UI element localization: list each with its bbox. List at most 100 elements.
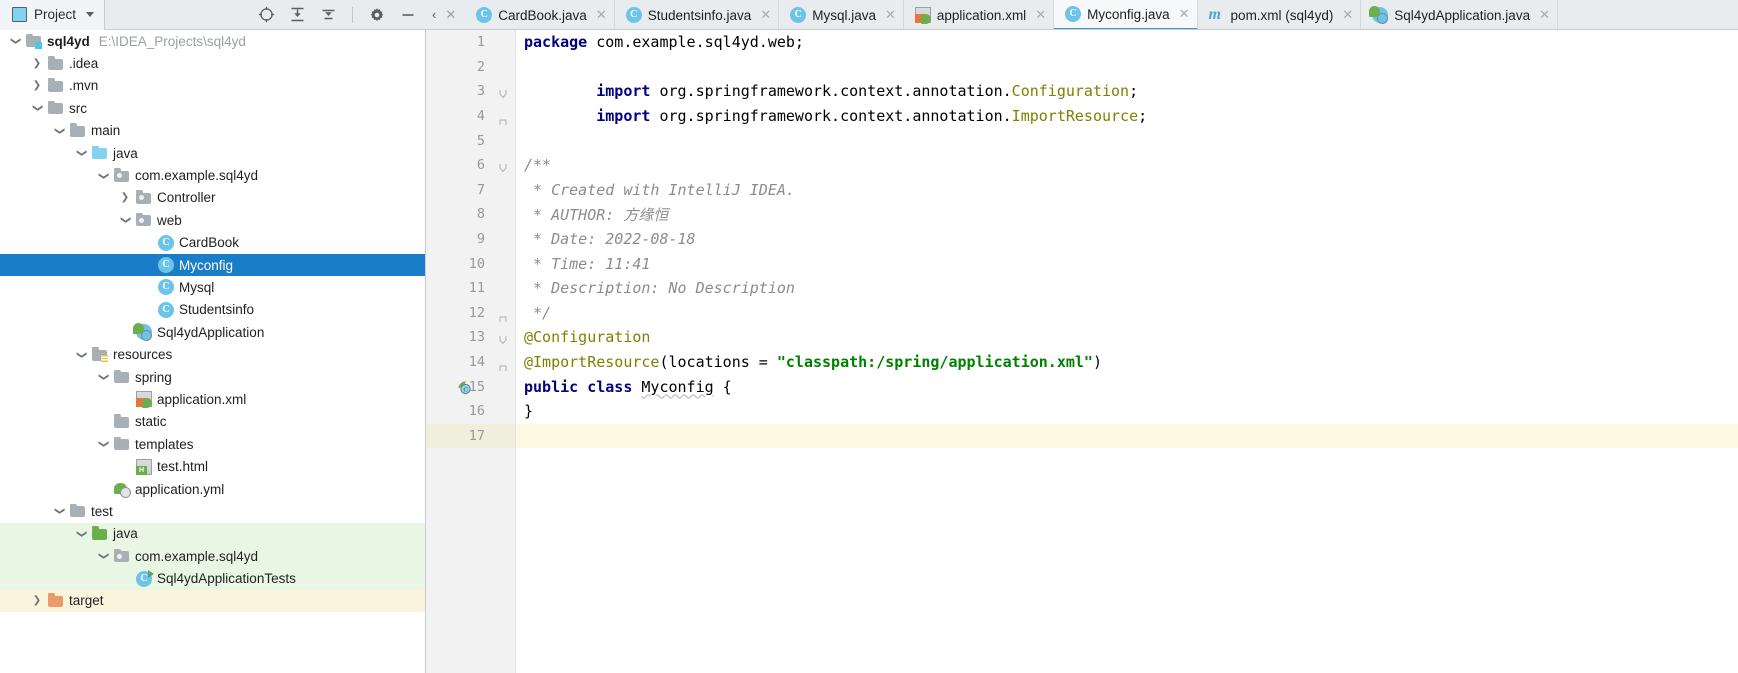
fold-start-icon[interactable] — [498, 160, 508, 173]
code-line[interactable]: 9 * Date: 2022-08-18 — [426, 226, 1738, 252]
tree-item-web[interactable]: ❯ web — [0, 209, 425, 231]
tree-item-sql4ydapplication[interactable]: Sql4ydApplication — [0, 321, 425, 343]
editor-tab-application-xml[interactable]: application.xml ✕ — [904, 0, 1055, 29]
code-line[interactable]: 11 * Description: No Description — [426, 275, 1738, 301]
tree-item-templates[interactable]: ❯ templates — [0, 433, 425, 455]
tree-item-java[interactable]: ❯ java — [0, 142, 425, 164]
code-line[interactable]: 4 import org.springframework.context.ann… — [426, 103, 1738, 129]
fold-column[interactable] — [491, 54, 516, 80]
chevron-down-icon[interactable]: ❯ — [98, 437, 109, 451]
tree-item-target[interactable]: ❯ target — [0, 589, 425, 613]
tree-item-application-yml[interactable]: application.yml — [0, 478, 425, 500]
tree-item-studentsinfo[interactable]: C Studentsinfo — [0, 299, 425, 321]
chevron-down-icon[interactable]: ❯ — [54, 504, 65, 518]
code-line[interactable]: 13 @Configuration — [426, 325, 1738, 350]
fold-column[interactable] — [491, 275, 516, 301]
tree-item-cardbook[interactable]: C CardBook — [0, 232, 425, 254]
fold-column[interactable] — [491, 152, 516, 178]
chevron-right-icon[interactable]: ❯ — [30, 58, 44, 69]
chevron-down-icon[interactable] — [86, 12, 95, 17]
tree-item-spring[interactable]: ❯ spring — [0, 366, 425, 388]
editor-tab-sql4ydapplication-java[interactable]: Sql4ydApplication.java ✕ — [1361, 0, 1558, 29]
chevron-down-icon[interactable]: ❯ — [98, 169, 109, 183]
fold-column[interactable] — [491, 103, 516, 129]
close-icon[interactable]: ✕ — [1342, 7, 1353, 23]
code-line[interactable]: 6 /** — [426, 152, 1738, 178]
close-icon[interactable]: ✕ — [1035, 7, 1046, 23]
tree-item-controller[interactable]: ❯ Controller — [0, 187, 425, 209]
chevron-down-icon[interactable]: ❯ — [10, 34, 21, 48]
editor-tab-pom-xml-sql4yd-[interactable]: m pom.xml (sql4yd) ✕ — [1198, 0, 1362, 29]
chevron-right-icon[interactable]: ❯ — [118, 192, 132, 203]
settings-gear-icon[interactable] — [368, 6, 386, 24]
fold-column[interactable] — [491, 177, 516, 203]
locate-icon[interactable] — [257, 6, 275, 24]
code-line[interactable]: 14 @ImportResource(locations = "classpath… — [426, 349, 1738, 375]
fold-column[interactable] — [491, 226, 516, 252]
fold-column[interactable] — [491, 423, 516, 449]
code-line[interactable]: 17 — [426, 423, 1738, 449]
close-icon[interactable]: ✕ — [885, 7, 896, 23]
tab-scroll-left-icon[interactable]: ‹ — [429, 8, 439, 21]
fold-column[interactable] — [491, 349, 516, 375]
tree-item--idea[interactable]: ❯ .idea — [0, 52, 425, 74]
fold-column[interactable] — [491, 202, 516, 227]
tree-item-test[interactable]: ❯ test — [0, 500, 425, 522]
tree-item-java[interactable]: ❯ java — [0, 522, 425, 545]
editor-tab-cardbook-java[interactable]: C CardBook.java ✕ — [465, 0, 615, 29]
code-line[interactable]: 5 — [426, 128, 1738, 153]
fold-end-icon[interactable] — [498, 308, 508, 322]
fold-start-icon[interactable] — [498, 86, 508, 99]
close-icon[interactable]: ✕ — [1179, 6, 1190, 22]
tree-item-com-example-sql4yd[interactable]: ❯ com.example.sql4yd — [0, 544, 425, 568]
minimize-icon[interactable] — [399, 6, 417, 24]
code-line[interactable]: 16} — [426, 398, 1738, 424]
tree-item-application-xml[interactable]: application.xml — [0, 388, 425, 410]
fold-column[interactable] — [491, 251, 516, 276]
fold-end-icon[interactable] — [498, 357, 508, 372]
fold-column[interactable] — [491, 374, 516, 399]
tree-item-mysql[interactable]: C Mysql — [0, 276, 425, 298]
code-line[interactable]: 3 import org.springframework.context.ann… — [426, 79, 1738, 104]
code-line[interactable]: 8 * AUTHOR: 方缘恒 — [426, 202, 1738, 227]
editor-tab-mysql-java[interactable]: C Mysql.java ✕ — [779, 0, 904, 29]
tab-close-all-icon[interactable]: ✕ — [441, 8, 460, 21]
tree-item-resources[interactable]: ❯ resources — [0, 343, 425, 365]
fold-column[interactable] — [491, 398, 516, 424]
fold-column[interactable] — [491, 79, 516, 104]
tree-item-sql4ydapplicationtests[interactable]: C Sql4ydApplicationTests — [0, 567, 425, 590]
close-icon[interactable]: ✕ — [1539, 7, 1550, 23]
close-icon[interactable]: ✕ — [596, 7, 607, 23]
project-tool-window-tab[interactable]: Project — [0, 0, 106, 30]
code-line[interactable]: 10 * Time: 11:41 — [426, 251, 1738, 276]
fold-column[interactable] — [491, 128, 516, 153]
fold-column[interactable] — [491, 325, 516, 350]
chevron-down-icon[interactable]: ❯ — [76, 146, 87, 160]
tree-item-main[interactable]: ❯ main — [0, 120, 425, 142]
collapse-all-icon[interactable] — [319, 6, 337, 24]
chevron-right-icon[interactable]: ❯ — [30, 595, 44, 606]
chevron-right-icon[interactable]: ❯ — [30, 80, 44, 91]
code-line[interactable]: 1 package com.example.sql4yd.web; — [426, 30, 1738, 55]
chevron-down-icon[interactable]: ❯ — [98, 370, 109, 384]
code-line[interactable]: 15 C public class Myconfig { — [426, 374, 1738, 399]
tree-item-src[interactable]: ❯ src — [0, 97, 425, 119]
fold-end-icon[interactable] — [498, 111, 508, 126]
tree-item-sql4yd[interactable]: ❯ sql4yd E:\IDEA_Projects\sql4yd — [0, 30, 425, 52]
chevron-down-icon[interactable]: ❯ — [32, 101, 43, 115]
code-editor[interactable]: 1 package com.example.sql4yd.web; 2 3 impor… — [426, 30, 1738, 673]
tree-item-static[interactable]: static — [0, 411, 425, 433]
chevron-down-icon[interactable]: ❯ — [54, 124, 65, 138]
code-line[interactable]: 12 */ — [426, 300, 1738, 326]
project-tree-panel[interactable]: ❯ sql4yd E:\IDEA_Projects\sql4yd ❯ .idea ❯ .mv… — [0, 30, 426, 673]
fold-start-icon[interactable] — [498, 332, 508, 345]
tree-item-com-example-sql4yd[interactable]: ❯ com.example.sql4yd — [0, 164, 425, 186]
tree-item-myconfig[interactable]: C Myconfig — [0, 253, 425, 277]
fold-column[interactable] — [491, 30, 516, 55]
editor-tab-myconfig-java[interactable]: C Myconfig.java ✕ — [1054, 0, 1198, 29]
tree-item-test-html[interactable]: test.html — [0, 455, 425, 477]
editor-tab-studentsinfo-java[interactable]: C Studentsinfo.java ✕ — [615, 0, 780, 29]
spring-bean-icon[interactable]: C — [456, 379, 472, 395]
chevron-down-icon[interactable]: ❯ — [98, 549, 109, 563]
chevron-down-icon[interactable]: ❯ — [120, 213, 131, 227]
